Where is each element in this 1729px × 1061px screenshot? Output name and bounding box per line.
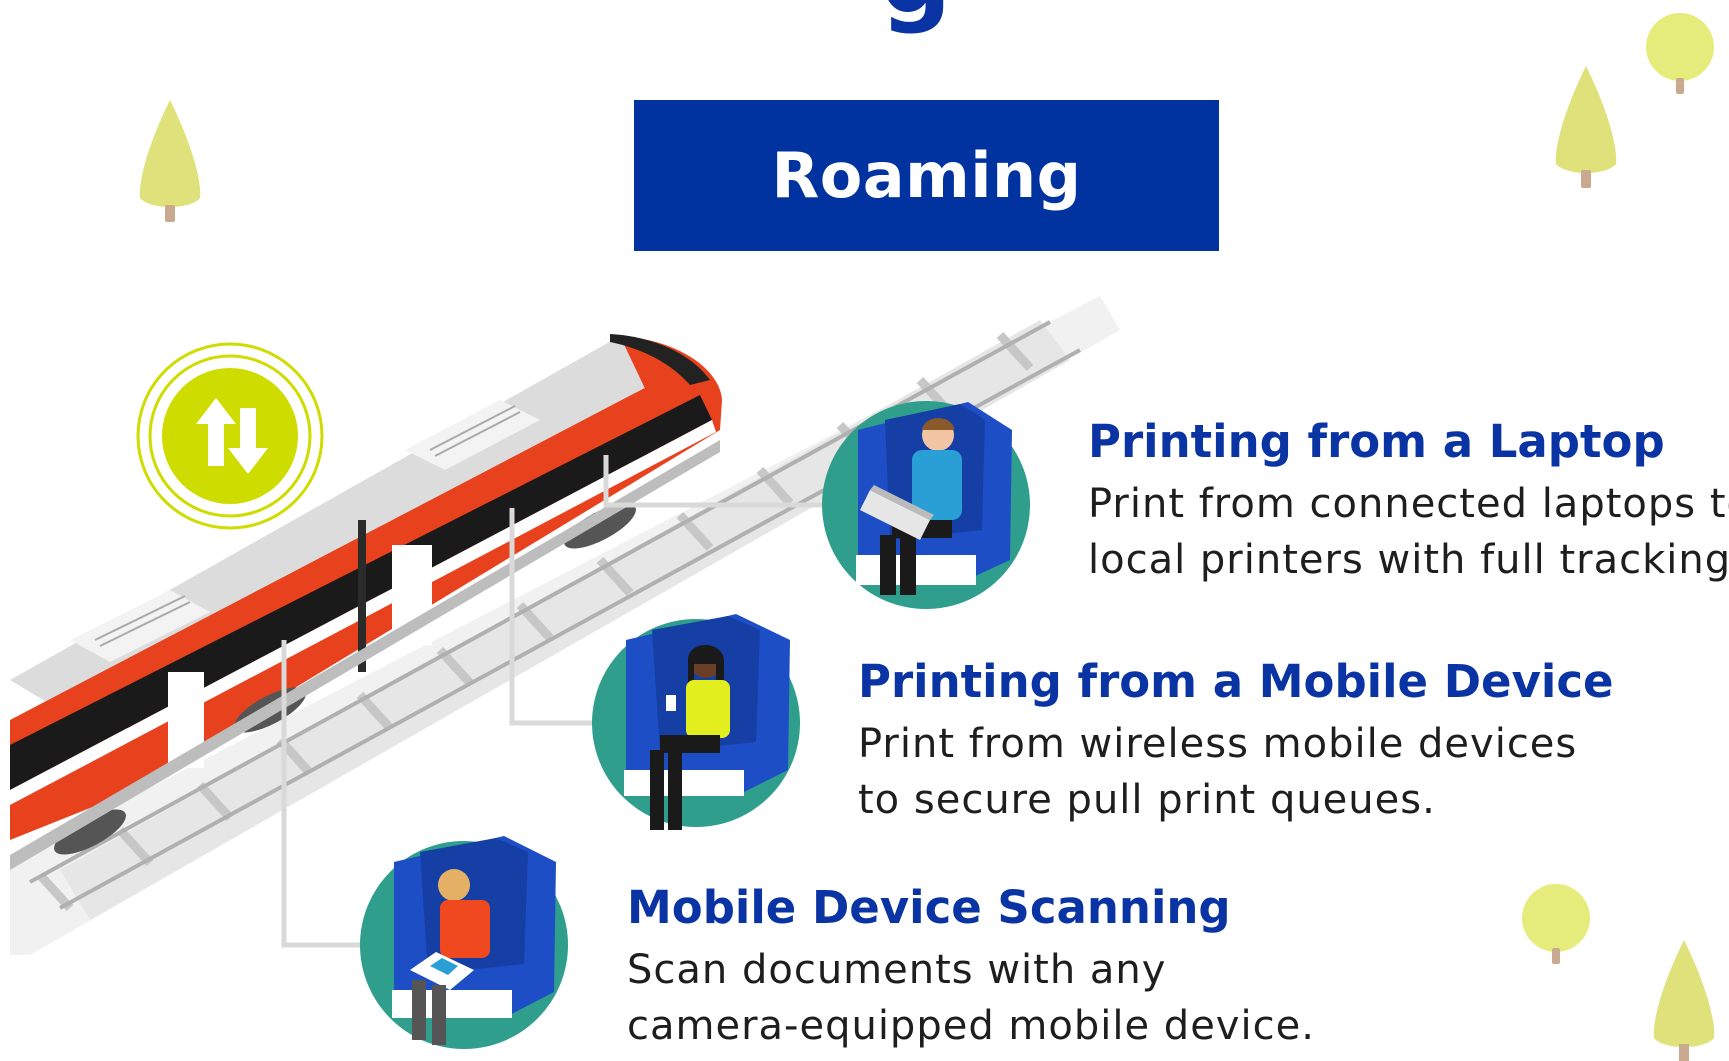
feature-title: Printing from a Mobile Device [858, 655, 1614, 708]
banner-label: Roaming [771, 139, 1082, 212]
person-with-tablet-icon [360, 836, 568, 1049]
tree-icon [1653, 940, 1715, 1061]
feature-description-line: Print from connected laptops to [1088, 481, 1729, 527]
person-with-laptop-icon [822, 401, 1030, 609]
feature-description-line: camera-equipped mobile device. [627, 1003, 1315, 1049]
feature-description-line: to secure pull print queues. [858, 777, 1436, 823]
feature-description: Scan documents with any camera-equipped … [627, 942, 1315, 1054]
person-with-phone-icon [592, 614, 800, 830]
roaming-infographic: g [0, 0, 1729, 1061]
feature-description: Print from wireless mobile devices to se… [858, 716, 1614, 828]
roaming-banner: Roaming [634, 100, 1219, 251]
feature-title: Printing from a Laptop [1088, 415, 1665, 468]
tree-icon [1555, 66, 1617, 188]
tree-icon [1522, 884, 1590, 964]
feature-description-line: Print from wireless mobile devices [858, 721, 1578, 767]
tree-icon [139, 100, 201, 222]
up-down-arrows-icon [136, 342, 324, 530]
feature-description-line: local printers with full tracking. [1088, 537, 1729, 583]
feature-description: Print from connected laptops to local pr… [1088, 476, 1729, 588]
tree-icon [1646, 13, 1714, 94]
feature-mobile-scanning: Mobile Device Scanning Scan documents wi… [627, 882, 1315, 1054]
feature-printing-laptop: Printing from a Laptop Print from connec… [1088, 416, 1729, 588]
feature-title: Mobile Device Scanning [627, 881, 1231, 934]
feature-description-line: Scan documents with any [627, 947, 1167, 993]
feature-printing-mobile: Printing from a Mobile Device Print from… [858, 656, 1614, 828]
